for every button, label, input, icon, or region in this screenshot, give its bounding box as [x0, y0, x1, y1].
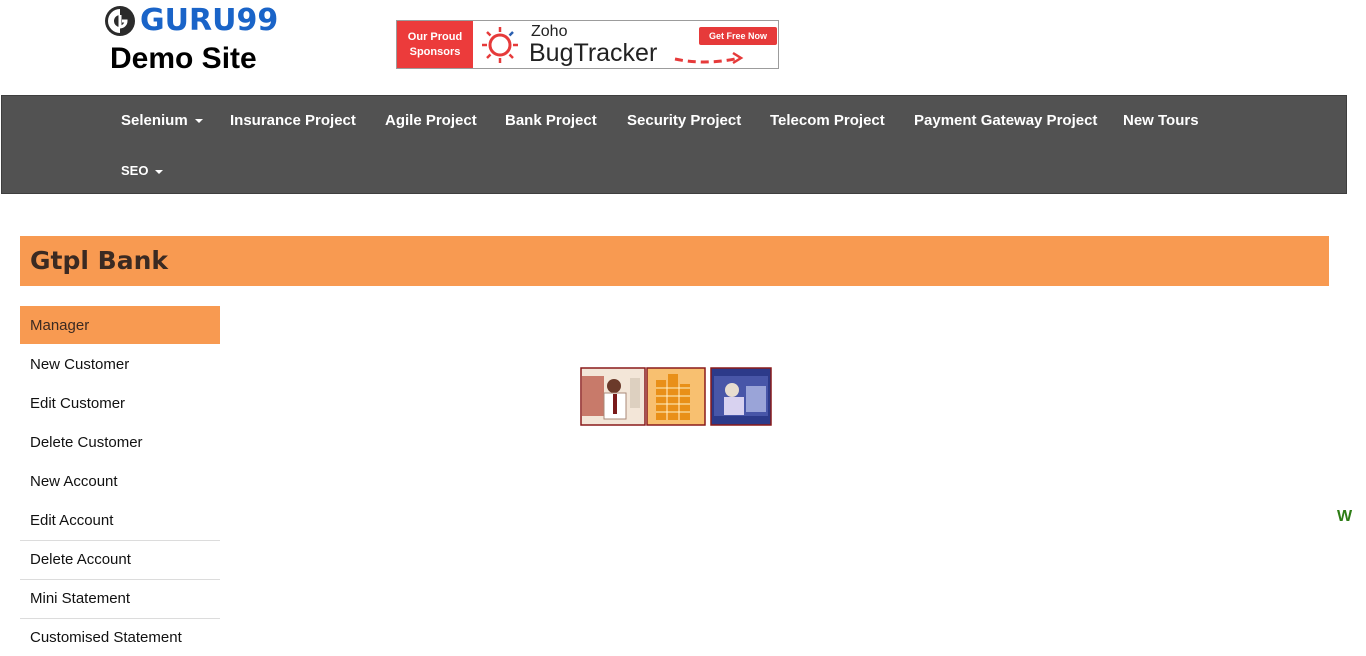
caret-down-icon — [155, 169, 164, 174]
sidebar-item-edit-account[interactable]: Edit Account — [20, 501, 220, 539]
site-subtitle: Demo Site — [110, 42, 257, 75]
sponsor-label: Our Proud Sponsors — [397, 21, 473, 68]
sidebar-item-mini-statement[interactable]: Mini Statement — [20, 579, 220, 617]
nav-agile-project[interactable]: Agile Project — [385, 112, 477, 129]
page-header: Gtpl Bank — [20, 236, 1329, 286]
get-free-button[interactable]: Get Free Now — [699, 27, 777, 45]
sponsor-banner[interactable]: Our Proud Sponsors Zoho BugTracker Get F… — [396, 20, 779, 69]
nav-seo[interactable]: SEO — [121, 163, 164, 178]
bugtracker-sun-icon — [482, 27, 518, 63]
banker-photo-image — [580, 367, 646, 426]
nav-seo-label: SEO — [121, 163, 149, 178]
sponsor-line-2: Sponsors — [409, 45, 461, 58]
welcome-marquee: W — [1337, 508, 1353, 525]
sponsor-line-1: Our Proud — [407, 30, 463, 43]
bank-banner-images — [580, 366, 772, 427]
sidebar-item-edit-customer[interactable]: Edit Customer — [20, 384, 220, 422]
caret-down-icon — [194, 119, 203, 124]
nav-selenium[interactable]: Selenium — [121, 112, 203, 129]
nav-selenium-label: Selenium — [121, 112, 188, 129]
guru99-logo-icon — [105, 6, 135, 36]
nav-insurance-project[interactable]: Insurance Project — [230, 112, 356, 129]
sidebar-item-new-customer[interactable]: New Customer — [20, 345, 220, 383]
nav-bank-project[interactable]: Bank Project — [505, 112, 597, 129]
sidebar-item-delete-account[interactable]: Delete Account — [20, 540, 220, 578]
banner-product-name: BugTracker — [529, 39, 658, 67]
nav-security-project[interactable]: Security Project — [627, 112, 741, 129]
sidebar-item-manager[interactable]: Manager — [20, 306, 220, 344]
main-navbar: Selenium Insurance Project Agile Project… — [1, 95, 1347, 194]
page-title: Gtpl Bank — [30, 246, 168, 275]
nav-payment-gateway-project[interactable]: Payment Gateway Project — [914, 112, 1097, 129]
site-logo[interactable]: GURU99 — [104, 5, 278, 37]
brand-name: GURU99 — [140, 3, 279, 38]
sidebar-item-delete-customer[interactable]: Delete Customer — [20, 423, 220, 461]
customer-photo-image — [710, 367, 772, 426]
coins-image — [646, 367, 706, 426]
sidebar-item-customised-statement[interactable]: Customised Statement — [20, 618, 220, 656]
arrow-icon — [674, 51, 744, 65]
nav-new-tours[interactable]: New Tours — [1123, 112, 1199, 129]
sidebar-item-new-account[interactable]: New Account — [20, 462, 220, 500]
nav-telecom-project[interactable]: Telecom Project — [770, 112, 885, 129]
